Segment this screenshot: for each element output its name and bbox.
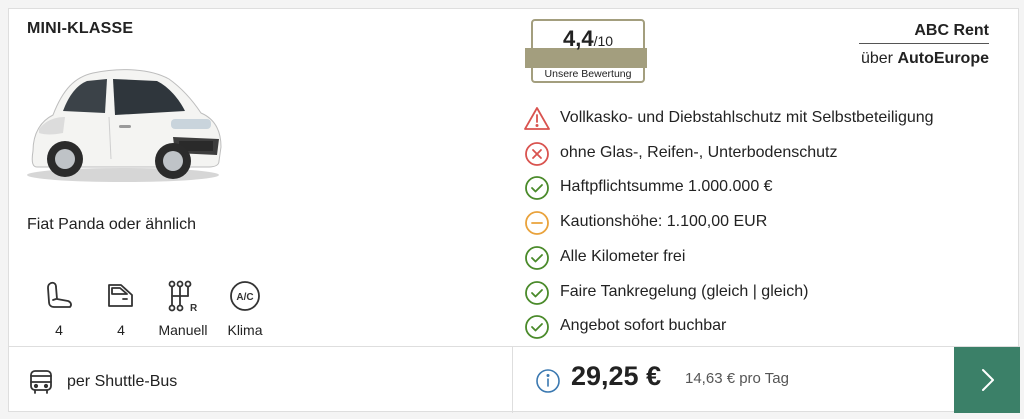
svg-text:R: R: [190, 303, 198, 313]
provider-name: ABC Rent: [859, 22, 989, 44]
check-circle-icon: [525, 281, 549, 305]
condition-text: Vollkasko- und Diebstahlschutz mit Selbs…: [560, 109, 934, 126]
car-model: Fiat Panda oder ähnlich: [27, 216, 196, 233]
rating-score: 4,4: [562, 26, 594, 51]
price-area: 29,25 € 14,63 € pro Tag: [512, 347, 954, 413]
feature-seats: 4: [27, 279, 91, 338]
minus-circle-icon: [525, 211, 549, 235]
check-circle-icon: [525, 246, 549, 270]
condition-text: Alle Kilometer frei: [560, 248, 686, 265]
provider-via-prefix: über: [860, 50, 893, 67]
ac-icon: A/C: [230, 281, 260, 311]
condition-text: Faire Tankregelung (gleich | gleich): [560, 283, 809, 300]
chevron-right-icon: [982, 369, 994, 391]
rating-max: /10: [593, 33, 614, 49]
condition-text: Angebot sofort buchbar: [560, 317, 727, 334]
rating-label: Unsere Bewertung: [544, 68, 632, 80]
rating-badge: 4,4/10 Unsere Bewertung: [525, 19, 647, 83]
offer-footer: per Shuttle-Bus 29,25 € 14,63 € pro Tag: [9, 346, 1020, 413]
feature-aircon-label: Klima: [227, 322, 263, 338]
info-icon[interactable]: [535, 368, 561, 394]
door-icon: [108, 284, 133, 307]
offer-card: MINI-KLASSE Fiat Panda oder ähnlich 4 4 …: [8, 8, 1020, 413]
feature-doors: 4: [89, 279, 153, 338]
price-per-day: 14,63 € pro Tag: [685, 370, 789, 387]
rating-value: 4,4/10: [533, 26, 643, 52]
offer-details: MINI-KLASSE Fiat Panda oder ähnlich 4 4 …: [9, 9, 1020, 346]
condition-text: Haftpflichtsumme 1.000.000 €: [560, 178, 773, 195]
feature-doors-label: 4: [117, 322, 125, 338]
transfer-text: per Shuttle-Bus: [67, 373, 178, 390]
condition-text: Kautionshöhe: 1.100,00 EUR: [560, 213, 768, 230]
provider: ABC Rent über AutoEurope: [859, 22, 989, 68]
warning-triangle-icon: [524, 107, 550, 130]
x-circle-icon: [525, 142, 549, 166]
car-category: MINI-KLASSE: [27, 20, 134, 37]
bus-icon: [30, 370, 52, 394]
feature-seats-label: 4: [55, 322, 63, 338]
seat-icon: [47, 281, 72, 308]
feature-transmission: R Manuell: [151, 279, 215, 338]
price-total: 29,25 €: [571, 361, 662, 391]
condition-text: ohne Glas-, Reifen-, Unterbodenschutz: [560, 144, 838, 161]
car-image: [27, 69, 222, 182]
feature-transmission-label: Manuell: [158, 322, 208, 338]
select-offer-button[interactable]: [954, 347, 1020, 413]
manual-gearbox-icon: R: [168, 280, 198, 313]
check-circle-icon: [525, 315, 549, 339]
provider-broker: AutoEurope: [897, 50, 989, 67]
feature-aircon: A/C Klima: [213, 279, 277, 338]
ac-icon-text: A/C: [236, 292, 253, 303]
check-circle-icon: [525, 176, 549, 200]
provider-via: über AutoEurope: [859, 50, 989, 68]
